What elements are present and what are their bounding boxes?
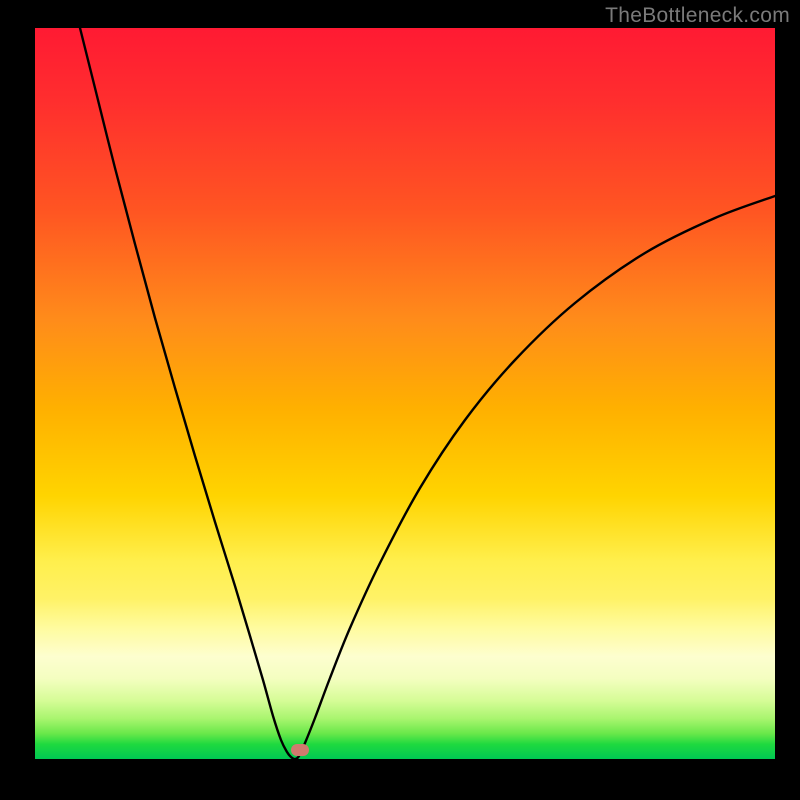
chart-frame: TheBottleneck.com bbox=[0, 0, 800, 800]
watermark-text: TheBottleneck.com bbox=[605, 4, 790, 28]
optimal-marker bbox=[291, 744, 309, 756]
plot-area bbox=[35, 28, 775, 759]
bottleneck-curve bbox=[35, 28, 775, 759]
